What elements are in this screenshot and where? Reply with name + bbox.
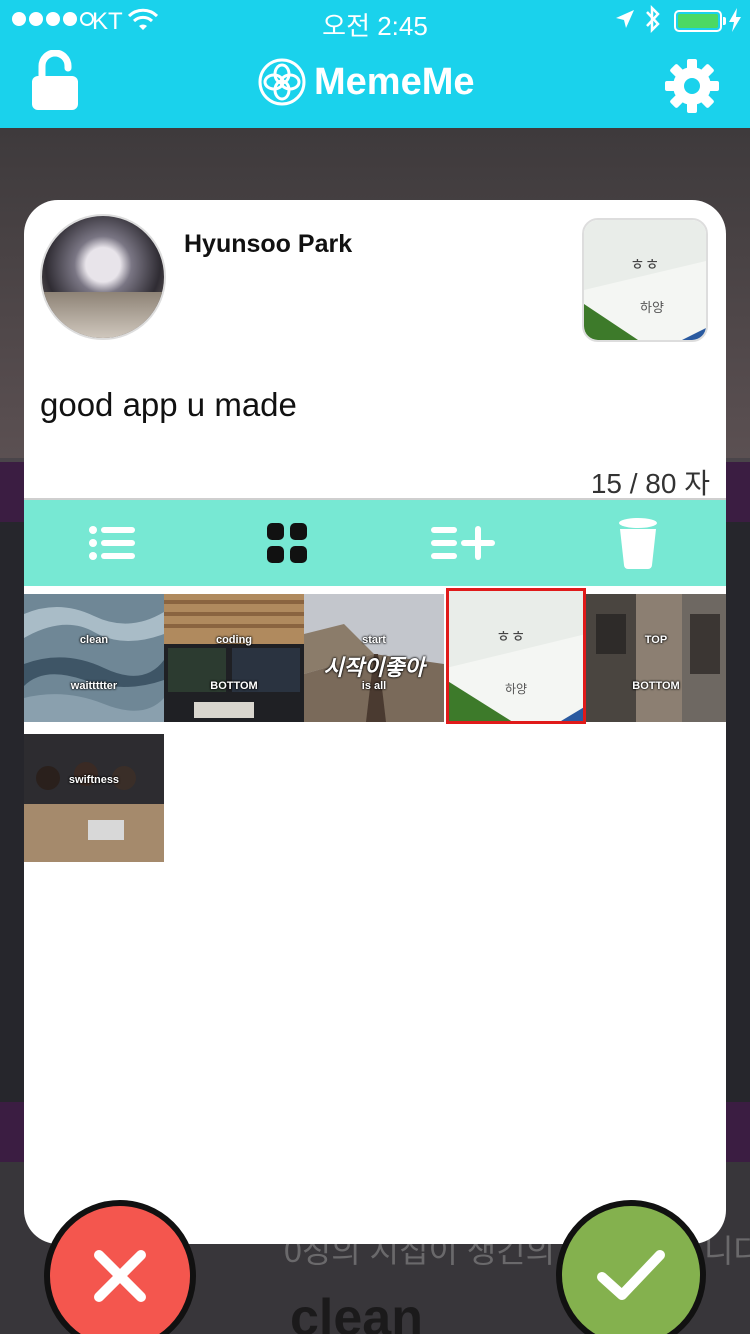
meme-toolbar bbox=[24, 500, 726, 586]
share-card: Hyunsoo Park ㅎㅎ 하양 good app u made 15 / … bbox=[24, 200, 726, 1244]
clock: 오전 2:45 bbox=[322, 11, 428, 41]
status-bar: KT 오전 2:45 bbox=[0, 0, 750, 41]
meme-overlay-text: 하양 bbox=[504, 682, 528, 696]
meme-tile[interactable]: TOP BOTTOM bbox=[586, 594, 726, 722]
charging-icon bbox=[729, 8, 741, 32]
meme-top-caption: clean bbox=[79, 634, 109, 646]
trash-icon bbox=[619, 518, 658, 569]
list-icon bbox=[88, 526, 135, 560]
gear-icon[interactable] bbox=[664, 58, 720, 114]
add-list-icon bbox=[430, 526, 495, 560]
meme-bottom-caption: is all bbox=[361, 680, 387, 692]
svg-text:ㅎㅎ: ㅎㅎ bbox=[496, 627, 525, 646]
meme-tile[interactable]: clean waittttter bbox=[24, 594, 164, 722]
meme-tile[interactable]: coding BOTTOM bbox=[164, 594, 304, 722]
meme-tile[interactable]: swiftness bbox=[24, 734, 164, 862]
location-arrow-icon bbox=[616, 10, 634, 28]
meme-bottom-caption: BOTTOM bbox=[632, 680, 680, 692]
user-name: Hyunsoo Park bbox=[184, 230, 353, 258]
app-title: MemeMe bbox=[314, 60, 475, 103]
meme-top-caption: start bbox=[362, 634, 386, 646]
meme-tile-selected[interactable]: ㅎㅎ 하양 bbox=[446, 588, 586, 724]
add-meme-button[interactable] bbox=[375, 500, 551, 586]
app-logo: MemeMe bbox=[258, 58, 475, 106]
meme-tile[interactable]: start 시작이좋아 is all bbox=[304, 594, 444, 722]
selected-meme-preview: ㅎㅎ 하양 bbox=[582, 218, 708, 342]
meme-bottom-caption: waittttter bbox=[70, 680, 118, 692]
close-icon bbox=[94, 1250, 146, 1302]
meme-top-caption: TOP bbox=[644, 634, 668, 646]
meme-top-caption: coding bbox=[215, 634, 253, 646]
grid-icon bbox=[267, 523, 308, 563]
bluetooth-icon bbox=[646, 4, 660, 34]
clover-logo-icon bbox=[258, 58, 306, 106]
delete-meme-button[interactable] bbox=[551, 500, 727, 586]
checkmark-icon bbox=[597, 1250, 665, 1300]
meme-overlay-text: 시작이좋아 bbox=[323, 655, 425, 680]
battery-icon bbox=[674, 10, 726, 32]
svg-text:ㅎㅎ: ㅎㅎ bbox=[630, 255, 659, 274]
message-input[interactable]: good app u made bbox=[40, 386, 297, 424]
character-counter: 15 / 80 자 bbox=[590, 468, 710, 499]
background-caption: clean bbox=[290, 1289, 423, 1334]
preview-caption: 하양 bbox=[640, 301, 664, 316]
meme-top-caption: swiftness bbox=[68, 774, 120, 786]
grid-view-button[interactable] bbox=[200, 500, 376, 586]
avatar bbox=[40, 214, 166, 340]
unlock-icon[interactable] bbox=[28, 50, 82, 112]
app-header: KT 오전 2:45 MemeMe bbox=[0, 0, 750, 128]
meme-bottom-caption: BOTTOM bbox=[210, 680, 258, 692]
list-view-button[interactable] bbox=[24, 500, 200, 586]
